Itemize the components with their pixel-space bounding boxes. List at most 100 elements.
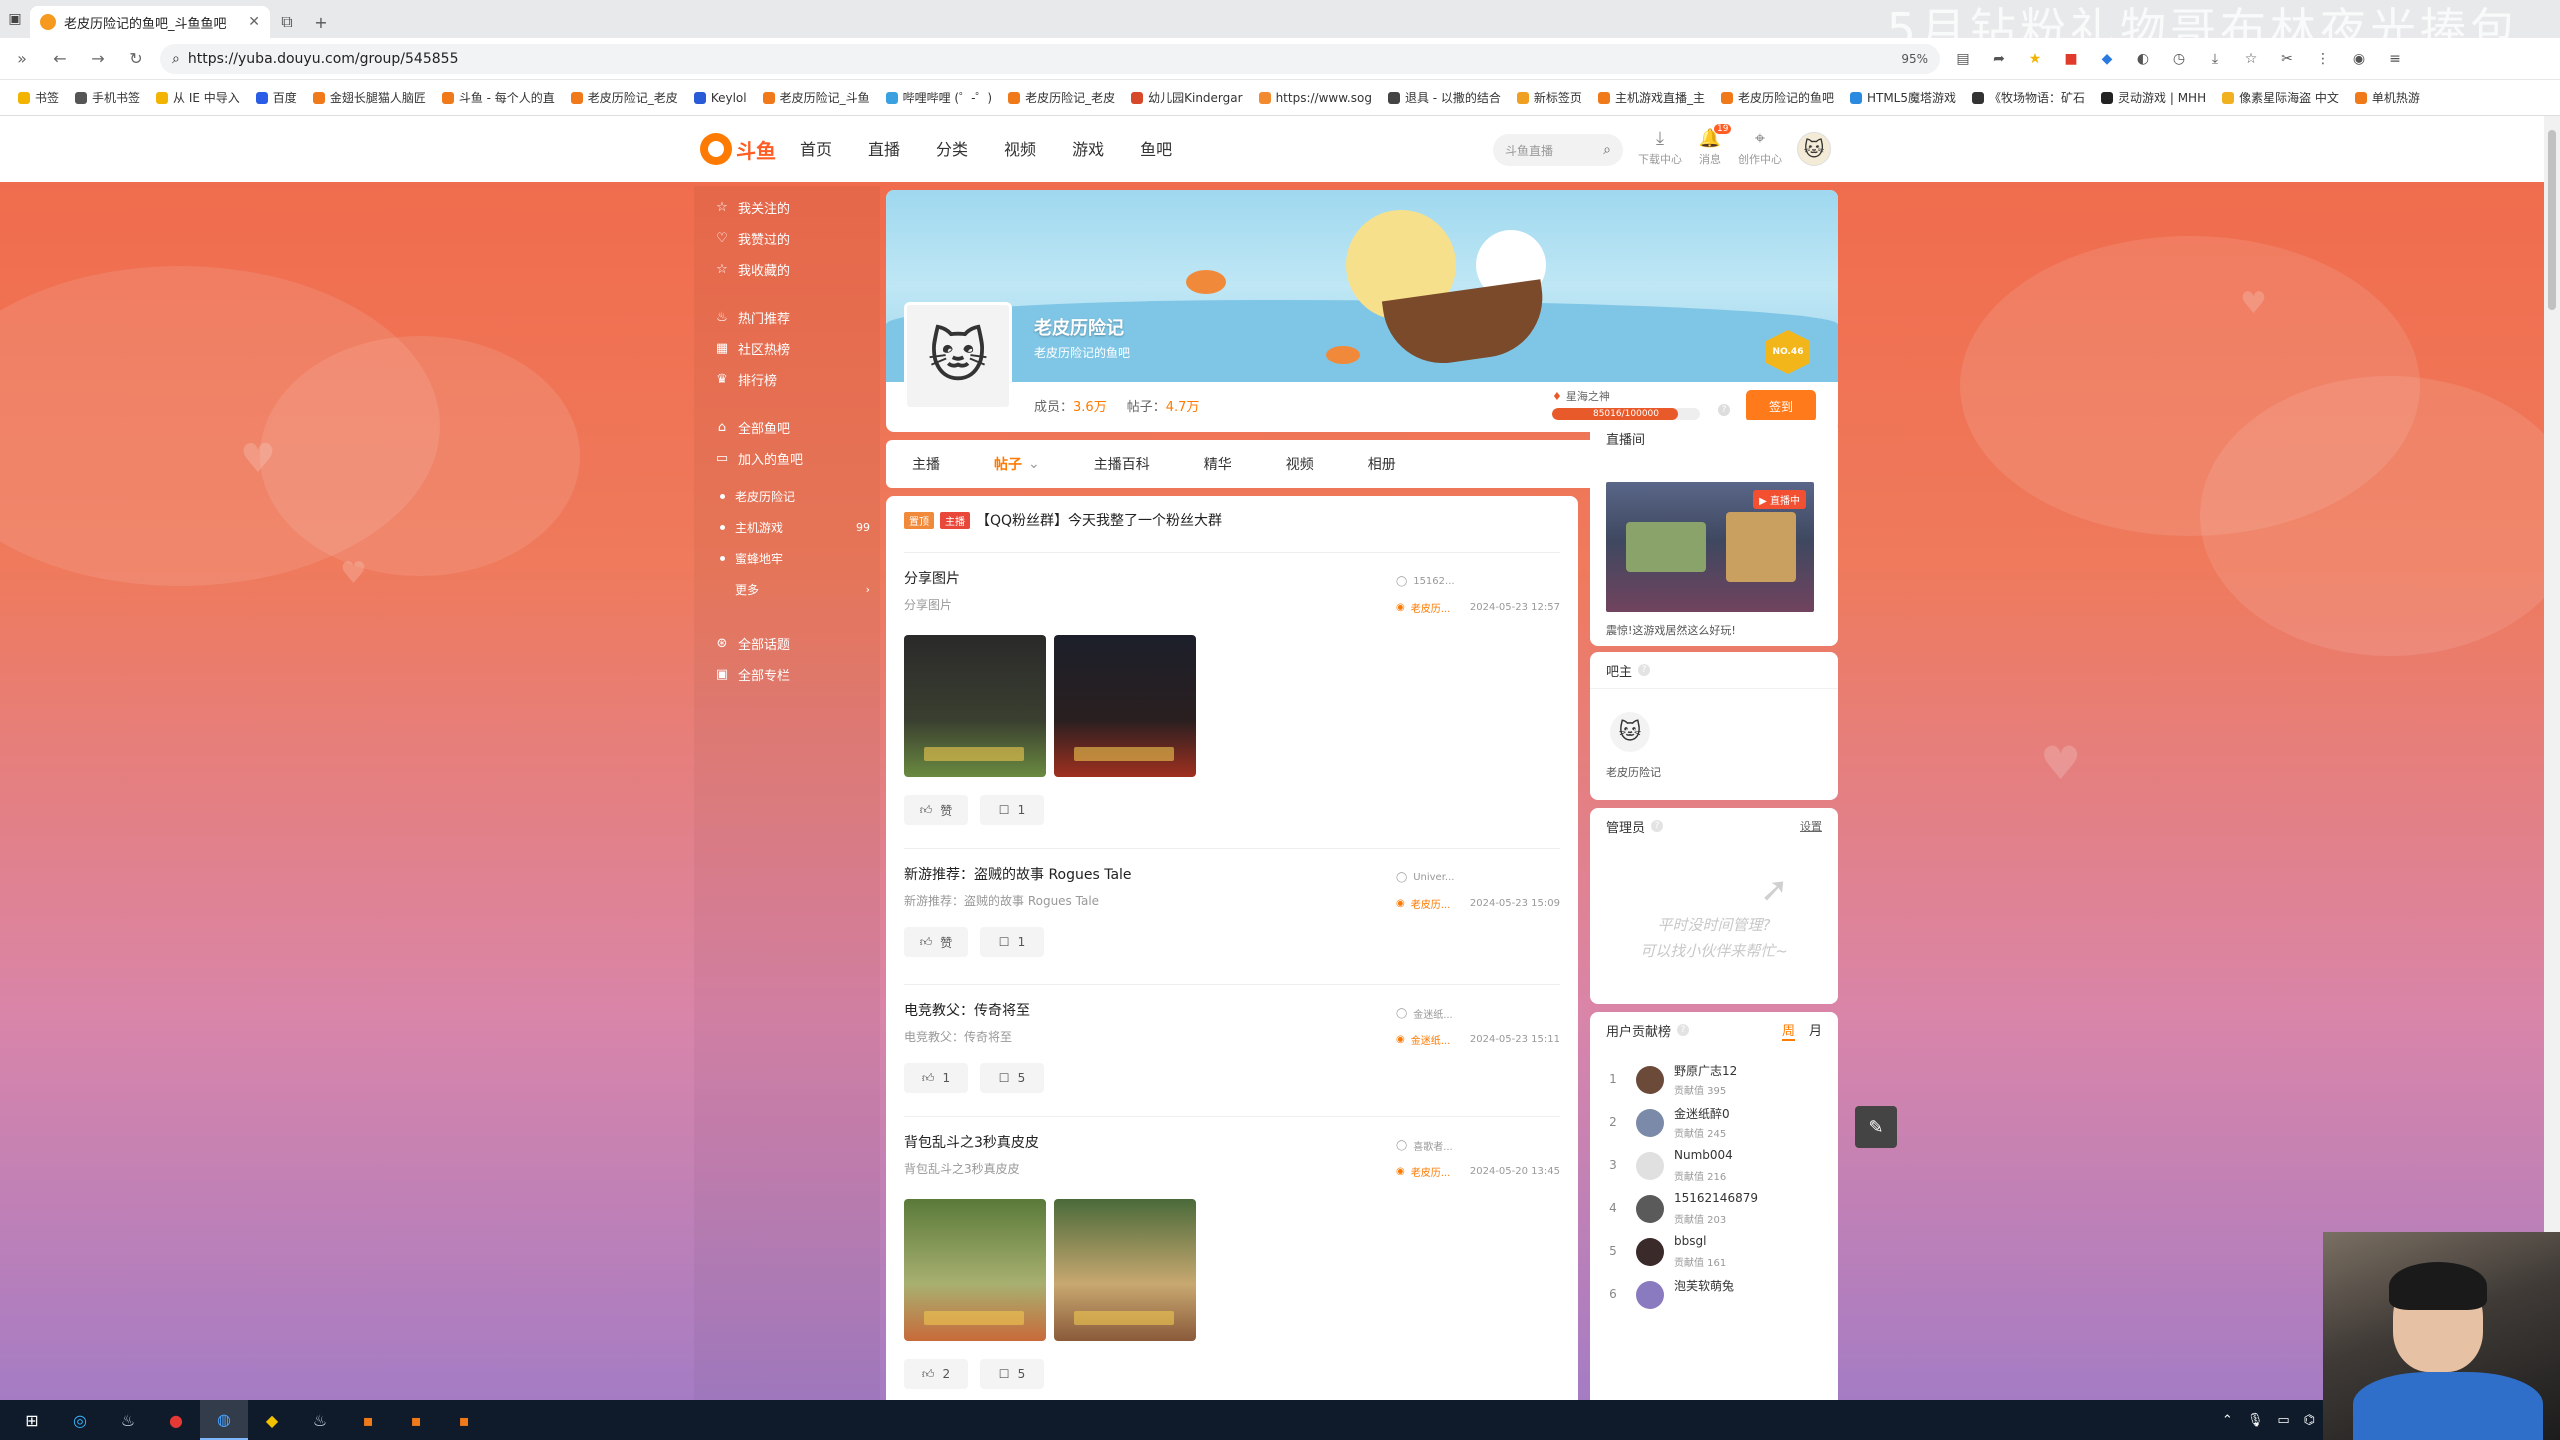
profile-icon[interactable]: ◉ (2346, 46, 2372, 72)
rank-row[interactable]: 4 15162146879 贡献值 203 (1606, 1189, 1826, 1231)
bookmark-item[interactable]: Keylol (686, 91, 755, 105)
sidebar-item[interactable]: ♛ 排行榜 (714, 370, 777, 389)
live-caption[interactable]: 震惊!这游戏居然这么好玩! (1606, 622, 1736, 638)
pinned-post[interactable]: 置顶 主播 【QQ粉丝群】今天我整了一个粉丝大群 (904, 510, 1222, 530)
rank-row[interactable]: 6 泡芙软萌兔 (1606, 1275, 1826, 1317)
owner-avatar[interactable]: 🐱 (1610, 712, 1650, 752)
post-item[interactable]: 分享图片 分享图片 ◯ 15162... ◉ 老皮历... 2024-05-23 12:57… (904, 552, 1560, 825)
tab-list-icon[interactable]: ⧉ (270, 6, 304, 38)
post-item[interactable]: 电竞教父：传奇将至 电竞教父：传奇将至 ◯ 金迷纸... ◉ 金迷纸... 2024-05-… (904, 984, 1560, 1093)
nav-item[interactable]: 首页 (800, 136, 832, 160)
window-menu-icon[interactable]: ▣ (0, 0, 30, 38)
recorder-icon[interactable]: ● (152, 1400, 200, 1440)
sidebar-item[interactable]: ⊛ 全部话题 (714, 634, 790, 653)
menu-icon[interactable]: ≡ (2382, 46, 2408, 72)
floating-edit-button[interactable]: ✎ (1855, 1106, 1897, 1148)
tab-item[interactable]: 主播百科 (1094, 454, 1150, 474)
new-tab-button[interactable]: + (304, 6, 338, 38)
help-icon[interactable]: ? (1638, 664, 1651, 676)
bookmark-item[interactable]: 金翅长腿猫人脑匠 (305, 89, 434, 106)
post-author[interactable]: 15162... (1413, 576, 1454, 587)
bookmark-item[interactable]: 老皮历险记_老皮 (563, 89, 686, 106)
bookmark-item[interactable]: 单机热游 (2347, 89, 2428, 106)
bookmark-item[interactable]: 新标签页 (1509, 89, 1590, 106)
app-icon[interactable]: ▪ (344, 1400, 392, 1440)
post-image[interactable] (904, 635, 1046, 777)
bookmark-item[interactable]: 像素星际海盗 中文 (2214, 89, 2347, 106)
download-center[interactable]: ⤓ 下载中心 (1638, 128, 1682, 167)
back-icon[interactable]: ← (46, 45, 74, 73)
post-group[interactable]: 老皮历... (1411, 600, 1451, 615)
joined-group-item[interactable]: 主机游戏 99 (720, 519, 870, 536)
rank-user-name[interactable]: 金迷纸醉0 (1674, 1105, 1730, 1122)
start-icon[interactable]: ⊞ (8, 1400, 56, 1440)
help-icon[interactable]: ? (1677, 1024, 1690, 1036)
comment-button[interactable]: ☐ 1 (980, 795, 1044, 825)
nav-item[interactable]: 直播 (868, 136, 900, 160)
signin-button[interactable]: 签到 (1746, 390, 1816, 422)
sidebar-item[interactable]: ▣ 全部专栏 (714, 665, 790, 684)
joined-group-item[interactable]: 蜜蜂地牢 (720, 550, 870, 567)
steam-icon[interactable]: ♨ (104, 1400, 152, 1440)
sidebar-item[interactable]: ▦ 社区热榜 (714, 339, 790, 358)
reload-icon[interactable]: ↻ (122, 45, 150, 73)
comment-button[interactable]: ☐ 1 (980, 927, 1044, 957)
admin-settings-link[interactable]: 设置 (1800, 818, 1822, 834)
address-bar[interactable]: ⌕ https://yuba.douyu.com/group/545855 95… (160, 43, 1940, 74)
network-icon[interactable]: ⌬ (2304, 1413, 2315, 1428)
forward-icon[interactable]: → (84, 45, 112, 73)
download-icon[interactable]: ⤓ (2202, 46, 2228, 72)
comment-button[interactable]: ☐ 5 (980, 1359, 1044, 1389)
post-author[interactable]: 喜歌者... (1413, 1138, 1453, 1153)
avatar[interactable] (1636, 1281, 1664, 1309)
steam-icon[interactable]: ♨ (296, 1400, 344, 1440)
bookmark-item[interactable]: 老皮历险记_老皮 (1000, 89, 1123, 106)
avatar[interactable] (1636, 1066, 1664, 1094)
post-image[interactable] (1054, 635, 1196, 777)
post-item[interactable]: 新游推荐：盗贼的故事 Rogues Tale 新游推荐：盗贼的故事 Rogues … (904, 848, 1560, 957)
bookmark-item[interactable]: 灵动游戏 | MHH (2093, 89, 2214, 106)
more-icon[interactable]: ⋮ (2310, 46, 2336, 72)
avatar[interactable] (1636, 1109, 1664, 1137)
tab-item[interactable]: 视频 (1286, 454, 1314, 474)
post-author[interactable]: 金迷纸... (1413, 1006, 1453, 1021)
extension-icon[interactable]: ◆ (2094, 46, 2120, 72)
nav-item[interactable]: 游戏 (1072, 136, 1104, 160)
bookmark-item[interactable]: https://www.sog (1251, 91, 1380, 105)
like-button[interactable]: 👍︎ 赞 (904, 927, 968, 957)
post-image[interactable] (904, 1199, 1046, 1341)
comment-button[interactable]: ☐ 5 (980, 1063, 1044, 1093)
extension-icon[interactable]: ■ (2058, 46, 2084, 72)
live-thumbnail[interactable]: ▶ 直播中 (1606, 482, 1814, 612)
rank-tab-week[interactable]: 周 (1781, 1020, 1795, 1041)
zoom-level[interactable]: 95% (1901, 52, 1928, 66)
bookmark-item[interactable]: 主机游戏直播_主 (1590, 89, 1713, 106)
messages[interactable]: 🔔 消息 19 (1688, 124, 1732, 167)
search-icon[interactable]: ⌕ (1603, 142, 1611, 158)
rank-user-name[interactable]: 泡芙软萌兔 (1674, 1277, 1734, 1294)
bookmark-item[interactable]: HTML5魔塔游戏 (1842, 89, 1964, 106)
bookmark-item[interactable]: 从 IE 中导入 (148, 89, 248, 106)
rank-user-name[interactable]: 15162146879 (1674, 1191, 1758, 1205)
rank-row[interactable]: 1 野原广志12 贡献值 395 (1606, 1060, 1826, 1102)
display-icon[interactable]: ▭ (2277, 1413, 2289, 1428)
user-avatar[interactable]: 🐱 (1797, 132, 1831, 166)
post-group[interactable]: 老皮历... (1411, 896, 1451, 911)
rank-row[interactable]: 3 Numb004 贡献值 216 (1606, 1146, 1826, 1188)
rank-row[interactable]: 5 bbsgl 贡献值 161 (1606, 1232, 1826, 1274)
joined-group-item[interactable]: 老皮历险记 (720, 488, 870, 505)
post-image[interactable] (1054, 1199, 1196, 1341)
share-icon[interactable]: ➦ (1986, 46, 2012, 72)
extension-icon[interactable]: ◐ (2130, 46, 2156, 72)
bookmark-item[interactable]: 老皮历险记的鱼吧 (1713, 89, 1842, 106)
favorites-icon[interactable]: ☆ (2238, 46, 2264, 72)
bookmark-item[interactable]: 《牧场物语：矿石 (1964, 89, 2093, 106)
sidebar-item[interactable]: ♨ 热门推荐 (714, 308, 790, 327)
avatar[interactable] (1636, 1238, 1664, 1266)
history-icon[interactable]: ◷ (2166, 46, 2192, 72)
bookmark-item[interactable]: 哔哩哔哩 (゜-゜) (878, 89, 1001, 106)
game-icon[interactable]: ◆ (248, 1400, 296, 1440)
post-group[interactable]: 金迷纸... (1411, 1032, 1451, 1047)
bookmark-item[interactable]: 百度 (248, 89, 305, 106)
site-search-input[interactable]: 斗鱼直播 ⌕ (1493, 134, 1623, 166)
